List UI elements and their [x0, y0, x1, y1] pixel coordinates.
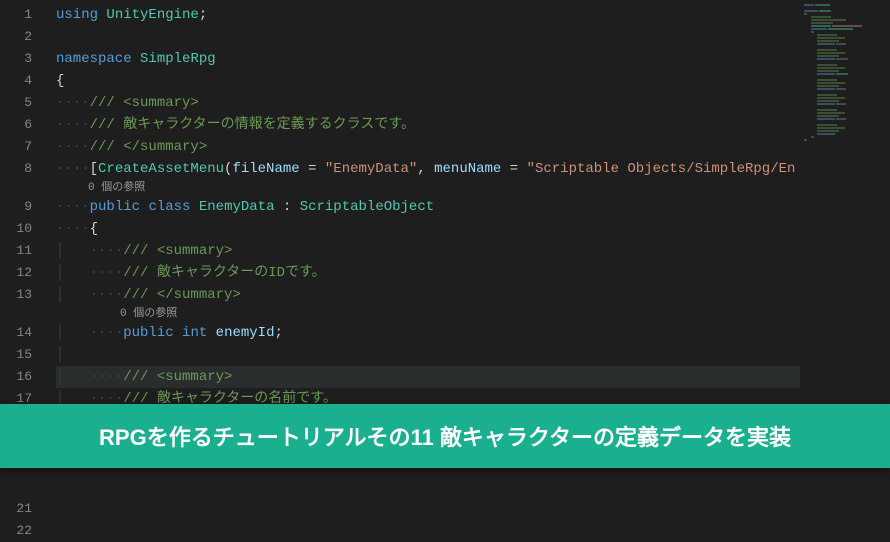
line-number: 21	[0, 498, 32, 520]
code-line[interactable]: {	[56, 70, 890, 92]
field-name: enemyId	[216, 325, 275, 341]
line-number: 7	[0, 136, 32, 158]
xml-doc-summary-open: /// <summary>	[90, 95, 199, 111]
code-line[interactable]	[56, 476, 890, 498]
line-number: 1	[0, 4, 32, 26]
minimap-content	[804, 4, 886, 141]
keyword-using: using	[56, 7, 98, 23]
line-number: 6	[0, 114, 32, 136]
code-line[interactable]: ····/// </summary>	[56, 136, 890, 158]
line-number: 10	[0, 218, 32, 240]
param-filename: fileName	[232, 161, 299, 177]
param-menuname: menuName	[434, 161, 501, 177]
xml-doc-summary-close: /// </summary>	[90, 139, 208, 155]
line-number: 4	[0, 70, 32, 92]
namespace-ref: UnityEngine	[106, 7, 198, 23]
line-number: 22	[0, 520, 32, 542]
xml-doc-summary-close: /// </summary>	[123, 287, 241, 303]
codelens-spacer	[0, 180, 32, 196]
string-literal: "Scriptable Objects/SimpleRpg/En	[527, 161, 796, 177]
code-line-current[interactable]: │ ····/// <summary>	[56, 366, 890, 388]
code-line[interactable]: │ ····/// 敵キャラクターのIDです。	[56, 262, 890, 284]
base-class: ScriptableObject	[300, 199, 434, 215]
line-number: 2	[0, 26, 32, 48]
codelens-spacer	[0, 306, 32, 322]
line-number: 3	[0, 48, 32, 70]
code-line[interactable]: using UnityEngine;	[56, 4, 890, 26]
code-line[interactable]: │ ····/// </summary>	[56, 284, 890, 306]
line-number: 13	[0, 284, 32, 306]
line-number: 15	[0, 344, 32, 366]
code-line[interactable]: │ ····/// <summary>	[56, 240, 890, 262]
line-number: 11	[0, 240, 32, 262]
code-line[interactable]: ····[CreateAssetMenu(fileName = "EnemyDa…	[56, 158, 890, 180]
banner-title: RPGを作るチュートリアルその11 敵キャラクターの定義データを実装	[99, 420, 791, 452]
code-line-empty[interactable]	[56, 26, 890, 48]
class-decl: EnemyData	[199, 199, 275, 215]
codelens-references[interactable]: 0 個の参照	[56, 180, 890, 196]
xml-doc-summary-open: /// <summary>	[123, 243, 232, 259]
keyword-public: public	[90, 199, 140, 215]
line-number: 9	[0, 196, 32, 218]
keyword-class: class	[148, 199, 190, 215]
line-number: 16	[0, 366, 32, 388]
code-line[interactable]: ····/// 敵キャラクターの情報を定義するクラスです。	[56, 114, 890, 136]
code-line-empty[interactable]: │	[56, 344, 890, 366]
code-line[interactable]: namespace SimpleRpg	[56, 48, 890, 70]
line-number	[0, 476, 32, 498]
xml-doc-summary-open: /// <summary>	[123, 369, 232, 385]
code-line[interactable]: ····{	[56, 218, 890, 240]
string-literal: "EnemyData"	[325, 161, 417, 177]
attribute-name: CreateAssetMenu	[98, 161, 224, 177]
tutorial-banner: RPGを作るチュートリアルその11 敵キャラクターの定義データを実装	[0, 404, 890, 468]
keyword-public: public	[123, 325, 173, 341]
codelens-references[interactable]: 0 個の参照	[56, 306, 890, 322]
line-number: 5	[0, 92, 32, 114]
code-line[interactable]: ····/// <summary>	[56, 92, 890, 114]
xml-doc-text: /// 敵キャラクターのIDです。	[123, 265, 325, 281]
type-int: int	[182, 325, 207, 341]
line-number: 14	[0, 322, 32, 344]
namespace-decl: SimpleRpg	[140, 51, 216, 67]
code-line[interactable]: ····public class EnemyData : ScriptableO…	[56, 196, 890, 218]
line-number: 8	[0, 158, 32, 180]
keyword-namespace: namespace	[56, 51, 132, 67]
line-number: 12	[0, 262, 32, 284]
xml-doc-text: /// 敵キャラクターの情報を定義するクラスです。	[90, 117, 415, 133]
code-line[interactable]: │ ····public int enemyId;	[56, 322, 890, 344]
